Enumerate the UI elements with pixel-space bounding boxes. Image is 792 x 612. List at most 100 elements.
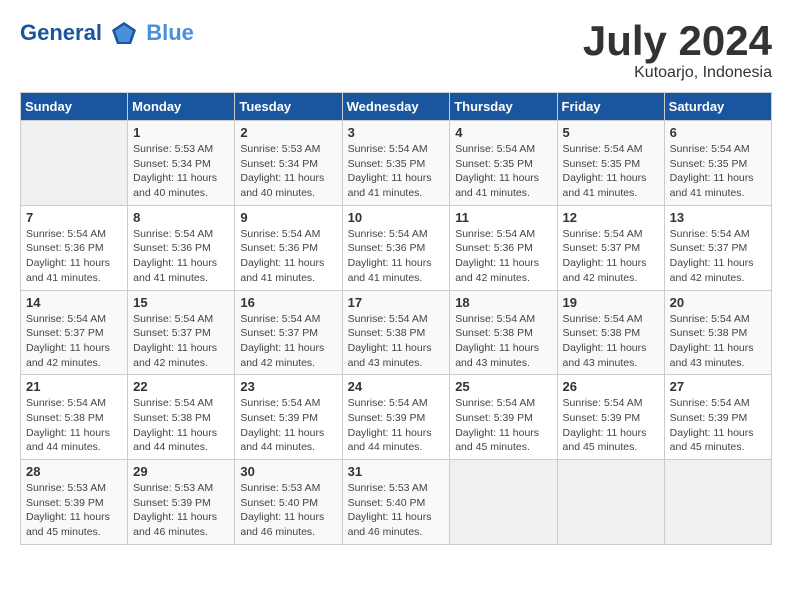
day-number: 18 bbox=[455, 295, 551, 310]
day-info: Sunrise: 5:54 AMSunset: 5:36 PMDaylight:… bbox=[240, 227, 336, 286]
calendar-cell: 20 Sunrise: 5:54 AMSunset: 5:38 PMDayligh… bbox=[664, 290, 771, 375]
logo: General Blue bbox=[20, 20, 194, 48]
calendar-cell: 17Sunrise: 5:54 AMSunset: 5:38 PMDayligh… bbox=[342, 290, 450, 375]
calendar-cell: 25 Sunrise: 5:54 AMSunset: 5:39 PMDayligh… bbox=[450, 375, 557, 460]
logo-text: General Blue bbox=[20, 20, 194, 48]
calendar-cell: 22Sunrise: 5:54 AMSunset: 5:38 PMDayligh… bbox=[128, 375, 235, 460]
day-number: 13 bbox=[670, 210, 766, 225]
day-number: 20 bbox=[670, 295, 766, 310]
day-info: Sunrise: 5:54 AMSunset: 5:39 PMDaylight:… bbox=[670, 396, 766, 455]
day-number: 21 bbox=[26, 379, 122, 394]
day-info: Sunrise: 5:53 AMSunset: 5:39 PMDaylight:… bbox=[26, 481, 122, 540]
calendar-cell: 14 Sunrise: 5:54 AMSunset: 5:37 PMDayligh… bbox=[21, 290, 128, 375]
day-number: 5 bbox=[563, 125, 659, 140]
calendar-cell: 7 Sunrise: 5:54 AMSunset: 5:36 PMDaylight… bbox=[21, 205, 128, 290]
day-info: Sunrise: 5:54 AMSunset: 5:37 PMDaylight:… bbox=[670, 227, 766, 286]
calendar-week-row: 7 Sunrise: 5:54 AMSunset: 5:36 PMDaylight… bbox=[21, 205, 772, 290]
calendar-cell: 31 Sunrise: 5:53 AMSunset: 5:40 PMDayligh… bbox=[342, 460, 450, 545]
day-info: Sunrise: 5:53 AMSunset: 5:34 PMDaylight:… bbox=[133, 142, 229, 201]
day-of-week-wednesday: Wednesday bbox=[342, 93, 450, 121]
title-block: July 2024 Kutoarjo, Indonesia bbox=[583, 20, 772, 82]
logo-general: General bbox=[20, 20, 102, 45]
calendar-week-row: 14 Sunrise: 5:54 AMSunset: 5:37 PMDayligh… bbox=[21, 290, 772, 375]
day-info: Sunrise: 5:54 AMSunset: 5:39 PMDaylight:… bbox=[563, 396, 659, 455]
calendar-cell: 28 Sunrise: 5:53 AMSunset: 5:39 PMDayligh… bbox=[21, 460, 128, 545]
calendar-cell: 26 Sunrise: 5:54 AMSunset: 5:39 PMDayligh… bbox=[557, 375, 664, 460]
day-info: Sunrise: 5:54 AMSunset: 5:37 PMDaylight:… bbox=[133, 312, 229, 371]
calendar-cell: 18 Sunrise: 5:54 AMSunset: 5:38 PMDayligh… bbox=[450, 290, 557, 375]
day-number: 27 bbox=[670, 379, 766, 394]
calendar-cell: 16 Sunrise: 5:54 AMSunset: 5:37 PMDayligh… bbox=[235, 290, 342, 375]
day-number: 19 bbox=[563, 295, 659, 310]
day-of-week-saturday: Saturday bbox=[664, 93, 771, 121]
calendar-cell: 3 Sunrise: 5:54 AMSunset: 5:35 PMDaylight… bbox=[342, 121, 450, 206]
day-number: 25 bbox=[455, 379, 551, 394]
day-info: Sunrise: 5:54 AMSunset: 5:37 PMDaylight:… bbox=[26, 312, 122, 371]
calendar-table: SundayMondayTuesdayWednesdayThursdayFrid… bbox=[20, 92, 772, 545]
day-info: Sunrise: 5:54 AMSunset: 5:36 PMDaylight:… bbox=[455, 227, 551, 286]
day-info: Sunrise: 5:53 AMSunset: 5:40 PMDaylight:… bbox=[348, 481, 445, 540]
day-info: Sunrise: 5:53 AMSunset: 5:34 PMDaylight:… bbox=[240, 142, 336, 201]
calendar-cell: 24 Sunrise: 5:54 AMSunset: 5:39 PMDayligh… bbox=[342, 375, 450, 460]
day-of-week-sunday: Sunday bbox=[21, 93, 128, 121]
page-header: General Blue July 2024 Kutoarjo, Indones… bbox=[20, 20, 772, 82]
day-number: 16 bbox=[240, 295, 336, 310]
day-of-week-tuesday: Tuesday bbox=[235, 93, 342, 121]
day-info: Sunrise: 5:54 AMSunset: 5:36 PMDaylight:… bbox=[348, 227, 445, 286]
day-of-week-thursday: Thursday bbox=[450, 93, 557, 121]
logo-icon bbox=[110, 20, 138, 48]
day-info: Sunrise: 5:54 AMSunset: 5:38 PMDaylight:… bbox=[670, 312, 766, 371]
calendar-cell: 12Sunrise: 5:54 AMSunset: 5:37 PMDayligh… bbox=[557, 205, 664, 290]
day-number: 24 bbox=[348, 379, 445, 394]
calendar-cell: 9 Sunrise: 5:54 AMSunset: 5:36 PMDaylight… bbox=[235, 205, 342, 290]
day-info: Sunrise: 5:54 AMSunset: 5:36 PMDaylight:… bbox=[133, 227, 229, 286]
day-info: Sunrise: 5:54 AMSunset: 5:36 PMDaylight:… bbox=[26, 227, 122, 286]
day-number: 9 bbox=[240, 210, 336, 225]
day-number: 1 bbox=[133, 125, 229, 140]
calendar-cell: 19Sunrise: 5:54 AMSunset: 5:38 PMDayligh… bbox=[557, 290, 664, 375]
calendar-cell: 5 Sunrise: 5:54 AMSunset: 5:35 PMDaylight… bbox=[557, 121, 664, 206]
day-info: Sunrise: 5:54 AMSunset: 5:37 PMDaylight:… bbox=[240, 312, 336, 371]
day-of-week-monday: Monday bbox=[128, 93, 235, 121]
day-info: Sunrise: 5:54 AMSunset: 5:38 PMDaylight:… bbox=[348, 312, 445, 371]
day-info: Sunrise: 5:54 AMSunset: 5:35 PMDaylight:… bbox=[563, 142, 659, 201]
location-subtitle: Kutoarjo, Indonesia bbox=[583, 64, 772, 82]
day-number: 26 bbox=[563, 379, 659, 394]
day-number: 8 bbox=[133, 210, 229, 225]
day-number: 4 bbox=[455, 125, 551, 140]
day-info: Sunrise: 5:54 AMSunset: 5:38 PMDaylight:… bbox=[455, 312, 551, 371]
calendar-week-row: 21 Sunrise: 5:54 AMSunset: 5:38 PMDayligh… bbox=[21, 375, 772, 460]
calendar-cell: 10 Sunrise: 5:54 AMSunset: 5:36 PMDayligh… bbox=[342, 205, 450, 290]
calendar-cell: 27 Sunrise: 5:54 AMSunset: 5:39 PMDayligh… bbox=[664, 375, 771, 460]
month-title: July 2024 bbox=[583, 20, 772, 62]
day-number: 14 bbox=[26, 295, 122, 310]
day-of-week-friday: Friday bbox=[557, 93, 664, 121]
day-number: 11 bbox=[455, 210, 551, 225]
day-number: 29 bbox=[133, 464, 229, 479]
day-info: Sunrise: 5:54 AMSunset: 5:35 PMDaylight:… bbox=[670, 142, 766, 201]
calendar-cell: 1 Sunrise: 5:53 AMSunset: 5:34 PMDaylight… bbox=[128, 121, 235, 206]
day-info: Sunrise: 5:54 AMSunset: 5:35 PMDaylight:… bbox=[348, 142, 445, 201]
calendar-cell: 6Sunrise: 5:54 AMSunset: 5:35 PMDaylight… bbox=[664, 121, 771, 206]
day-info: Sunrise: 5:54 AMSunset: 5:35 PMDaylight:… bbox=[455, 142, 551, 201]
calendar-cell bbox=[450, 460, 557, 545]
calendar-cell: 4 Sunrise: 5:54 AMSunset: 5:35 PMDaylight… bbox=[450, 121, 557, 206]
day-info: Sunrise: 5:54 AMSunset: 5:39 PMDaylight:… bbox=[348, 396, 445, 455]
day-number: 31 bbox=[348, 464, 445, 479]
day-number: 30 bbox=[240, 464, 336, 479]
day-number: 22 bbox=[133, 379, 229, 394]
day-info: Sunrise: 5:54 AMSunset: 5:38 PMDaylight:… bbox=[26, 396, 122, 455]
calendar-cell: 13 Sunrise: 5:54 AMSunset: 5:37 PMDayligh… bbox=[664, 205, 771, 290]
logo-blue: Blue bbox=[146, 20, 194, 45]
day-number: 7 bbox=[26, 210, 122, 225]
day-info: Sunrise: 5:54 AMSunset: 5:39 PMDaylight:… bbox=[455, 396, 551, 455]
day-info: Sunrise: 5:53 AMSunset: 5:40 PMDaylight:… bbox=[240, 481, 336, 540]
day-info: Sunrise: 5:54 AMSunset: 5:37 PMDaylight:… bbox=[563, 227, 659, 286]
day-number: 10 bbox=[348, 210, 445, 225]
day-number: 2 bbox=[240, 125, 336, 140]
calendar-cell bbox=[664, 460, 771, 545]
calendar-header-row: SundayMondayTuesdayWednesdayThursdayFrid… bbox=[21, 93, 772, 121]
calendar-week-row: 1 Sunrise: 5:53 AMSunset: 5:34 PMDaylight… bbox=[21, 121, 772, 206]
day-number: 3 bbox=[348, 125, 445, 140]
day-number: 28 bbox=[26, 464, 122, 479]
